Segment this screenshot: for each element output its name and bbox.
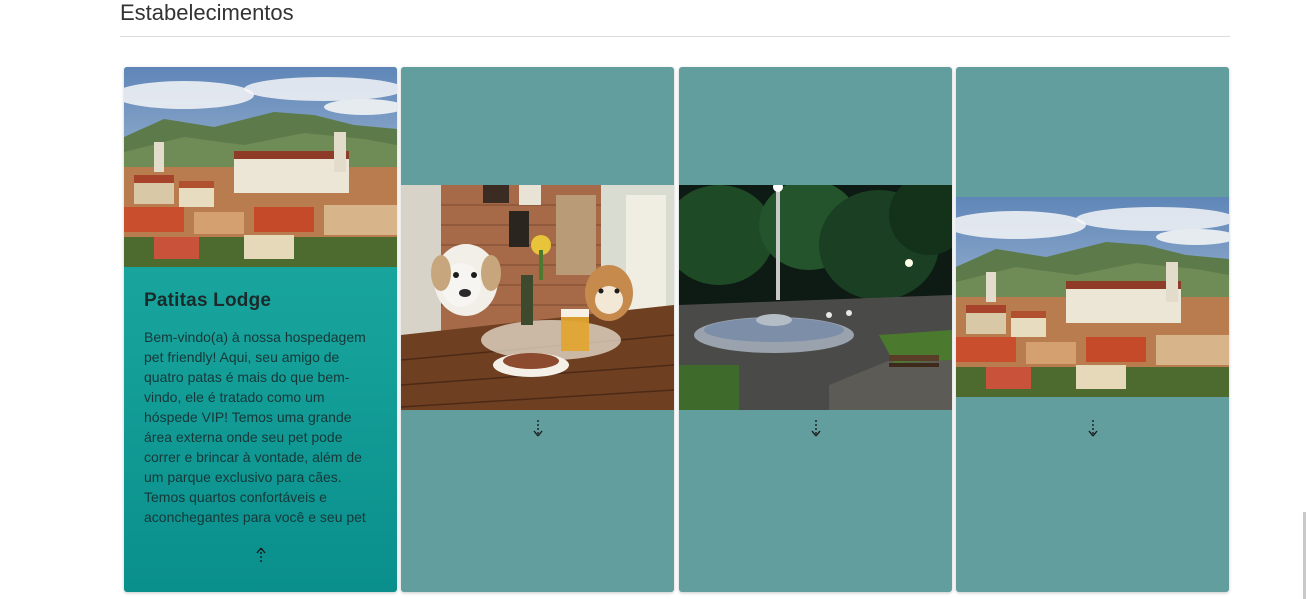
arrow-down-icon bbox=[809, 418, 823, 443]
establishments-list: Patitas Lodge Bem-vindo(a) à nossa hospe… bbox=[124, 67, 1230, 592]
collapse-button[interactable] bbox=[249, 546, 273, 570]
section-title: Estabelecimentos bbox=[120, 0, 294, 25]
card-image-plaza bbox=[679, 185, 952, 410]
card-image-town bbox=[124, 67, 397, 267]
arrow-up-icon bbox=[254, 546, 268, 571]
card-image-town bbox=[956, 197, 1229, 397]
card-body: Patitas Lodge Bem-vindo(a) à nossa hospe… bbox=[144, 267, 380, 527]
arrow-down-icon bbox=[1086, 418, 1100, 443]
establishment-card[interactable] bbox=[956, 67, 1229, 592]
expand-button[interactable] bbox=[804, 418, 828, 442]
section-header: Estabelecimentos bbox=[120, 0, 1230, 37]
arrow-down-icon bbox=[531, 418, 545, 443]
card-description: Bem-vindo(a) à nossa hospedagem pet frie… bbox=[144, 329, 366, 525]
expand-button[interactable] bbox=[526, 418, 550, 442]
establishment-card[interactable]: Patitas Lodge Bem-vindo(a) à nossa hospe… bbox=[124, 67, 397, 592]
card-title: Patitas Lodge bbox=[144, 290, 272, 311]
expand-button[interactable] bbox=[1081, 418, 1105, 442]
establishment-card[interactable] bbox=[401, 67, 674, 592]
establishment-card[interactable] bbox=[679, 67, 952, 592]
card-image-dogs bbox=[401, 185, 674, 410]
